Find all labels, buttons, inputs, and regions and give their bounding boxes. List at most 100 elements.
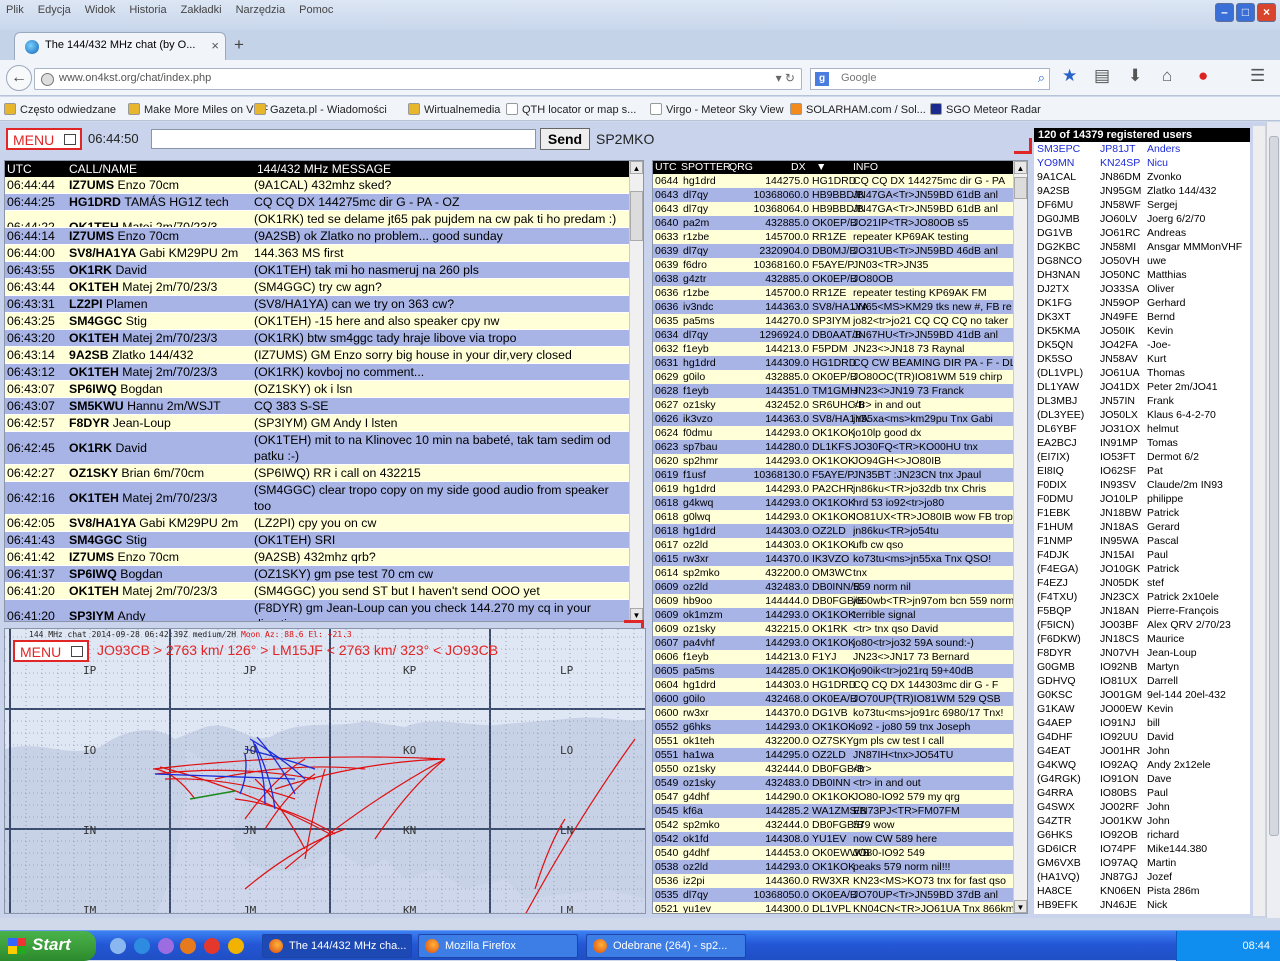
chat-scrollbar[interactable]: ▲ ▼: [629, 161, 643, 621]
dx-scroll-down[interactable]: ▼: [1014, 900, 1027, 913]
dx-spot-row[interactable]: 0643 dl7qy 10368060.0 HB9BBD/B JN47GA<Tr>JN5…: [653, 188, 1013, 202]
dx-spot-row[interactable]: 0551 ok1teh 432200.0 OZ7SKY gm pls cw test I…: [653, 734, 1013, 748]
user-row[interactable]: F0DMU JO10LP philippe: [1034, 492, 1250, 506]
chat-callsign[interactable]: SM4GGC Stig: [69, 532, 147, 548]
user-row[interactable]: G4EAT JO01HR John: [1034, 744, 1250, 758]
maximize-button[interactable]: □: [1236, 3, 1255, 22]
chat-callsign[interactable]: OK1TEH Matej 2m/70/23/3: [69, 583, 217, 599]
browser-menu-0[interactable]: Plik: [6, 4, 24, 16]
user-row[interactable]: DL1YAW JO41DX Peter 2m/JO41: [1034, 380, 1250, 394]
users-scrollbar[interactable]: [1253, 126, 1265, 916]
user-row[interactable]: DK1FG JN59OP Gerhard: [1034, 296, 1250, 310]
chat-callsign[interactable]: F8DYR Jean-Loup: [69, 415, 171, 431]
dx-spot-row[interactable]: 0607 pa4vhf 144293.0 OK1KOK jo80<tr>jo32 59A…: [653, 636, 1013, 650]
media-icon[interactable]: [158, 938, 174, 954]
user-row[interactable]: (DL3YEE) JO50LX Klaus 6-4-2-70: [1034, 408, 1250, 422]
chat-callsign[interactable]: SV8/HA1YA Gabi KM29PU 2m: [69, 245, 238, 261]
user-row[interactable]: (HA1VQ) JN87GJ Jozef: [1034, 870, 1250, 884]
taskbar-task[interactable]: Odebrane (264) - sp2...: [586, 934, 746, 958]
user-row[interactable]: DK5KMA JO50IK Kevin: [1034, 324, 1250, 338]
browser-menu-6[interactable]: Pomoc: [299, 4, 333, 16]
user-row[interactable]: G4KWQ IO92AQ Andy 2x12ele: [1034, 758, 1250, 772]
dx-spot-row[interactable]: 0619 f1usf 10368130.0 F5AYE/P JN35BT :JN23CN…: [653, 468, 1013, 482]
page-scrollbar[interactable]: [1266, 122, 1280, 918]
dx-spot-row[interactable]: 0620 sp2hmr 144293.0 OK1KOK JO94GH<>JO80IB: [653, 454, 1013, 468]
dx-spot-row[interactable]: 0521 yu1ev 144300.0 DL1VPL KN04CN<TR>JO61UA …: [653, 902, 1013, 913]
user-row[interactable]: F5BQP JN18AN Pierre-François: [1034, 604, 1250, 618]
chat-scroll-thumb[interactable]: [630, 191, 643, 241]
chat-callsign[interactable]: OK1TEH Matej 2m/70/23/3: [69, 330, 217, 346]
chat-callsign[interactable]: OK1RK David: [69, 440, 147, 456]
user-row[interactable]: DH3NAN JO50NC Matthias: [1034, 268, 1250, 282]
dx-spot-row[interactable]: 0600 rw3xr 144370.0 DG1VB ko73tu<ms>jo91rc 6…: [653, 706, 1013, 720]
dx-spot-row[interactable]: 0633 r1zbe 145700.0 RR1ZE repeater KP69AK te…: [653, 230, 1013, 244]
user-row[interactable]: 9A2SB JN95GM Zlatko 144/432: [1034, 184, 1250, 198]
user-row[interactable]: DK5QN JO42FA -Joe-: [1034, 338, 1250, 352]
user-row[interactable]: DG8NCO JO50VH uwe: [1034, 254, 1250, 268]
chrome-alt-icon[interactable]: [228, 938, 244, 954]
search-engine-icon[interactable]: g: [815, 72, 829, 86]
dx-spot-row[interactable]: 0638 g4ztr 432885.0 OK0EP/B JO80OB: [653, 272, 1013, 286]
close-tab-icon[interactable]: ×: [211, 38, 219, 53]
qth-map[interactable]: [5, 629, 646, 914]
dx-spot-row[interactable]: 0547 g4dhf 144290.0 OK1KOK JO80-IO92 579 my …: [653, 790, 1013, 804]
user-row[interactable]: F1HUM JN18AS Gerard: [1034, 520, 1250, 534]
user-row[interactable]: G0KSC JO01GM 9el-144 20el-432: [1034, 688, 1250, 702]
user-row[interactable]: DL6YBF JO31OX helmut: [1034, 422, 1250, 436]
chat-callsign[interactable]: SP6IWQ Bogdan: [69, 566, 163, 582]
browser-menu-1[interactable]: Edycja: [38, 4, 71, 16]
bookmark-item[interactable]: SOLARHAM.com / Sol...: [790, 103, 926, 116]
chat-callsign[interactable]: OK1TEH Matej 2m/70/23/3: [69, 364, 217, 380]
dx-scroll-thumb[interactable]: [1014, 177, 1027, 199]
dx-spot-row[interactable]: 0606 f1eyb 144213.0 F1YJ JN23<>JN17 73 Berna…: [653, 650, 1013, 664]
chat-callsign[interactable]: IZ7UMS Enzo 70cm: [69, 228, 179, 244]
dx-spot-row[interactable]: 0629 g0ilo 432885.0 OK0EP/B JO80OC(TR)IO81WM…: [653, 370, 1013, 384]
chat-callsign[interactable]: IZ7UMS Enzo 70cm: [69, 549, 179, 565]
scrollbar-thumb[interactable]: [1269, 136, 1279, 836]
user-row[interactable]: (F4TXU) JN23CX Patrick 2x10ele: [1034, 590, 1250, 604]
chat-callsign[interactable]: 9A2SB Zlatko 144/432: [69, 347, 193, 363]
internet-explorer-icon[interactable]: [134, 938, 150, 954]
start-button[interactable]: Start: [0, 931, 96, 961]
dx-spot-row[interactable]: 0636 r1zbe 145700.0 RR1ZE repeater testing K…: [653, 286, 1013, 300]
bookmark-item[interactable]: QTH locator or map s...: [506, 103, 636, 116]
dx-spot-row[interactable]: 0640 pa2m 432885.0 OK0EP/B JO21IP<TR>JO80OB …: [653, 216, 1013, 230]
chat-callsign[interactable]: OK1RK David: [69, 262, 147, 278]
dx-spot-row[interactable]: 0536 iz2pi 144360.0 RW3XR KN23<MS>KO73 tnx f…: [653, 874, 1013, 888]
user-row[interactable]: F8DYR JN07VH Jean-Loup: [1034, 646, 1250, 660]
bookmark-item[interactable]: Gazeta.pl - Wiadomości: [254, 103, 387, 116]
chat-callsign[interactable]: IZ7UMS Enzo 70cm: [69, 177, 179, 193]
bookmarks-list-icon[interactable]: ▤: [1094, 66, 1110, 86]
chrome-icon[interactable]: [204, 938, 220, 954]
dx-spot-row[interactable]: 0617 oz2ld 144303.0 OK1KOK ufb cw qso: [653, 538, 1013, 552]
dx-spot-row[interactable]: 0635 pa5ms 144270.0 SP3IYM jo82<tr>jo21 CQ C…: [653, 314, 1013, 328]
tab-chat[interactable]: The 144/432 MHz chat (by O... ×: [14, 32, 226, 60]
bookmark-item[interactable]: Virgo - Meteor Sky View: [650, 103, 784, 116]
dx-spot-row[interactable]: 0552 g6hks 144293.0 OK1KOK io92 - jo80 59 tn…: [653, 720, 1013, 734]
user-row[interactable]: G6HKS IO92OB richard: [1034, 828, 1250, 842]
dx-spot-row[interactable]: 0609 oz1sky 432215.0 OK1RK <tr> tnx qso Davi…: [653, 622, 1013, 636]
user-row[interactable]: DK5SO JN58AV Kurt: [1034, 352, 1250, 366]
dx-spot-row[interactable]: 0550 oz1sky 432444.0 DB0FGB/B <tr>: [653, 762, 1013, 776]
user-row[interactable]: F1NMP IN95WA Pascal: [1034, 534, 1250, 548]
dx-spot-row[interactable]: 0618 g0lwq 144293.0 OK1KOK IO81UX<TR>JO80IB …: [653, 510, 1013, 524]
dx-spot-row[interactable]: 0549 oz1sky 432483.0 DB0INN <tr> in and out: [653, 776, 1013, 790]
chat-callsign[interactable]: OZ1SKY Brian 6m/70cm: [69, 465, 204, 481]
dx-spot-row[interactable]: 0609 hb9oo 144444.0 DB0FGB/B jo50wb<TR>jn97o…: [653, 594, 1013, 608]
search-input[interactable]: g Google ⌕: [810, 68, 1050, 90]
user-row[interactable]: (DL1VPL) JO61UA Thomas: [1034, 366, 1250, 380]
user-row[interactable]: DJ2TX JO33SA Oliver: [1034, 282, 1250, 296]
user-row[interactable]: EI8IQ IO62SF Pat: [1034, 464, 1250, 478]
search-icon[interactable]: ⌕: [1038, 70, 1045, 86]
reload-icon[interactable]: ▾ ↻: [776, 71, 795, 85]
bookmark-star-icon[interactable]: ★: [1062, 66, 1077, 86]
user-row[interactable]: EA2BCJ IN91MP Tomas: [1034, 436, 1250, 450]
dx-spot-row[interactable]: 0604 hg1drd 144303.0 HG1DRD CQ CQ DX 144303m…: [653, 678, 1013, 692]
browser-menu-4[interactable]: Zakładki: [181, 4, 222, 16]
dx-spot-row[interactable]: 0626 ik3vzo 144363.0 SV8/HA1YA jn55xa<ms>km2…: [653, 412, 1013, 426]
user-row[interactable]: G0GMB IO92NB Martyn: [1034, 660, 1250, 674]
dx-scroll-up[interactable]: ▲: [1014, 161, 1027, 174]
bookmark-item[interactable]: SGO Meteor Radar: [930, 103, 1041, 116]
chat-scroll-up[interactable]: ▲: [630, 161, 643, 174]
minimize-button[interactable]: –: [1215, 3, 1234, 22]
